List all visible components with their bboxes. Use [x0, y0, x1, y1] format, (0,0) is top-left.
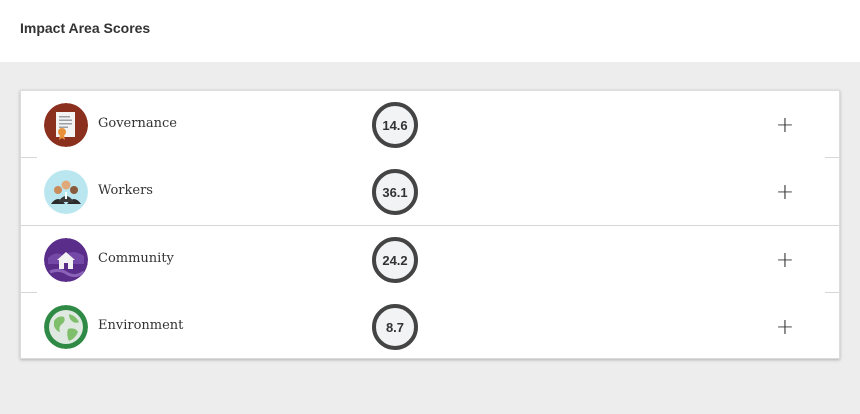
score-badge: 14.6 — [372, 102, 418, 148]
impact-area-list: Governance 14.6 + Workers 36.1 + Communi… — [20, 90, 840, 359]
score-badge: 36.1 — [372, 169, 418, 215]
expand-button[interactable]: + — [769, 244, 801, 276]
expand-button[interactable]: + — [769, 176, 801, 208]
certificate-icon — [44, 103, 88, 147]
header: Impact Area Scores — [0, 0, 860, 62]
score-badge: 8.7 — [372, 304, 418, 350]
score-badge: 24.2 — [372, 237, 418, 283]
impact-area-row-governance[interactable]: Governance 14.6 + — [21, 91, 839, 158]
page-title: Impact Area Scores — [20, 20, 151, 36]
people-group-icon — [44, 170, 88, 214]
globe-icon — [44, 305, 88, 349]
impact-area-label: Workers — [98, 183, 153, 198]
impact-panel: Governance 14.6 + Workers 36.1 + Communi… — [0, 62, 860, 414]
house-community-icon — [44, 238, 88, 282]
impact-area-label: Governance — [98, 116, 177, 131]
impact-area-row-workers[interactable]: Workers 36.1 + — [21, 158, 839, 225]
expand-button[interactable]: + — [769, 311, 801, 343]
impact-area-label: Environment — [98, 318, 184, 333]
impact-area-label: Community — [98, 251, 174, 266]
impact-area-row-community[interactable]: Community 24.2 + — [21, 226, 839, 293]
expand-button[interactable]: + — [769, 109, 801, 141]
impact-area-row-environment[interactable]: Environment 8.7 + — [21, 293, 839, 360]
